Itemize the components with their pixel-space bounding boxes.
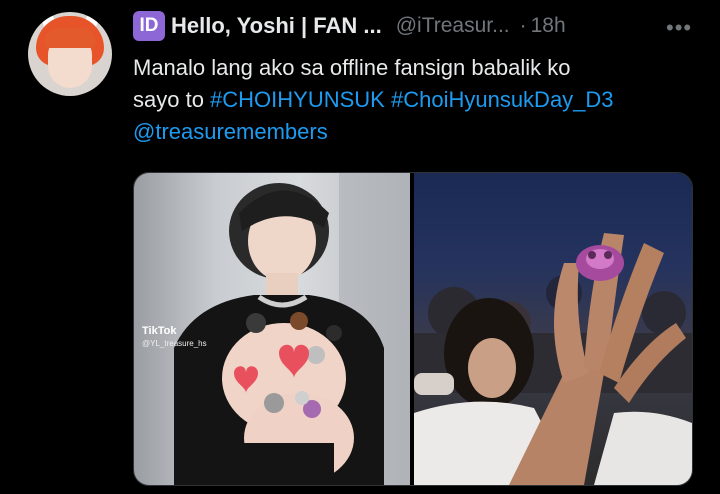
tweet-text-line-3: @treasuremembers — [133, 116, 708, 148]
id-badge[interactable]: ID — [133, 11, 165, 41]
photo-right-illustration — [414, 233, 692, 485]
separator-dot: · — [519, 14, 527, 37]
tweet-header: ID Hello, Yoshi | FAN ... @iTreasur... ·… — [133, 11, 713, 41]
tweet-timestamp[interactable]: 18h — [531, 14, 566, 38]
tweet-text: Manalo lang ako sa offline fansign babal… — [133, 52, 708, 148]
tweet-text-prefix: sayo to — [133, 87, 211, 112]
tweet-text-line-2: sayo to #CHOIHYUNSUK #ChoiHyunsukDay_D3 — [133, 84, 708, 116]
more-options-icon[interactable]: ••• — [666, 15, 692, 41]
media-photo-right[interactable] — [414, 173, 692, 485]
tiktok-watermark: TikTok — [142, 325, 177, 337]
author-avatar[interactable] — [28, 12, 112, 96]
media-photo-left[interactable]: TikTok @YL_treasure_hs — [134, 173, 410, 485]
hashtag-choihyunsukday[interactable]: #ChoiHyunsukDay_D3 — [391, 87, 614, 112]
avatar-fringe — [44, 28, 96, 48]
author-display-name[interactable]: Hello, Yoshi | FAN ... — [171, 13, 382, 39]
author-handle[interactable]: @iTreasur... — [396, 14, 510, 38]
tweet-media: TikTok @YL_treasure_hs — [133, 172, 693, 486]
tweet-text-line-1: Manalo lang ako sa offline fansign babal… — [133, 55, 571, 80]
mention-treasuremembers[interactable]: @treasuremembers — [133, 119, 328, 144]
hashtag-choihyunsuk[interactable]: #CHOIHYUNSUK — [210, 87, 385, 112]
tiktok-watermark-handle: @YL_treasure_hs — [142, 339, 207, 348]
